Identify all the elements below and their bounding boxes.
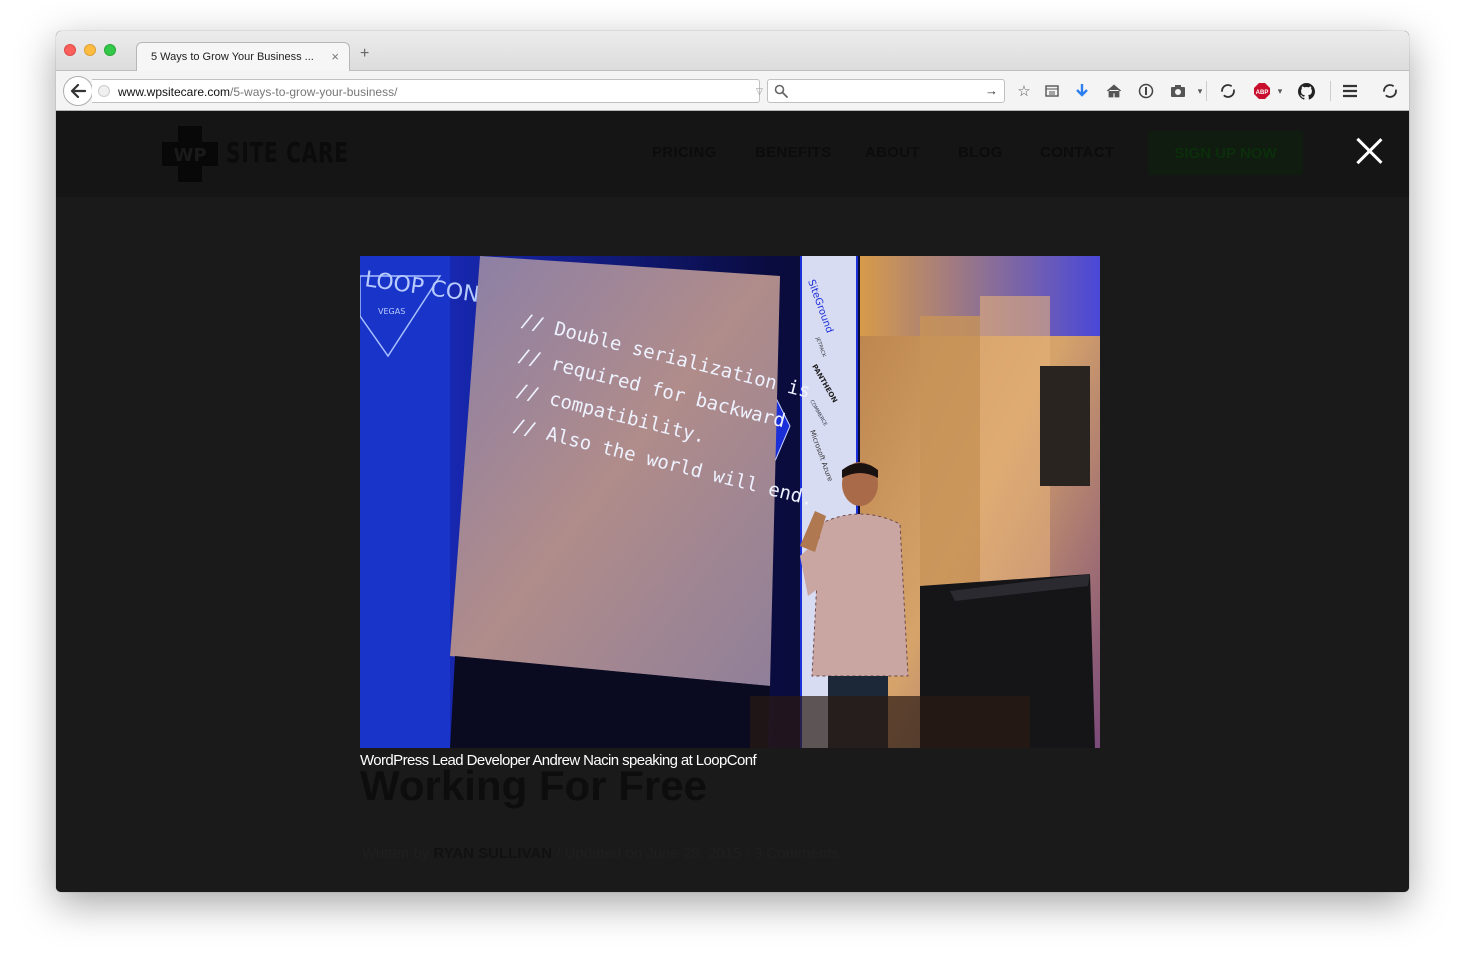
- sync-status-icon[interactable]: [1380, 81, 1400, 101]
- toolbar-divider: [1330, 81, 1331, 101]
- tab-active[interactable]: 5 Ways to Grow Your Business ... ×: [136, 42, 350, 72]
- adblock-icon[interactable]: ABP: [1252, 81, 1272, 101]
- site-logo[interactable]: WP SITE CARE: [162, 126, 348, 182]
- lightbox-close-icon[interactable]: [1354, 136, 1384, 166]
- article-title: Working For Free: [360, 762, 707, 809]
- nav-contact[interactable]: CONTACT: [1040, 144, 1114, 161]
- nav-pricing[interactable]: PRICING: [652, 144, 717, 161]
- screenshot-dropdown-icon[interactable]: ▾: [1190, 81, 1210, 101]
- minimize-window-button[interactable]: [84, 44, 96, 56]
- nav-benefits[interactable]: BENEFITS: [755, 144, 832, 161]
- site-identity-icon[interactable]: [98, 85, 110, 97]
- tab-close-icon[interactable]: ×: [331, 49, 339, 64]
- meta-separator: /: [745, 845, 750, 862]
- url-bar[interactable]: www.wpsitecare.com/5-ways-to-grow-your-b…: [92, 79, 786, 103]
- toolbar-divider: [1206, 81, 1207, 101]
- home-icon[interactable]: [1104, 81, 1124, 101]
- adblock-dropdown-icon[interactable]: ▾: [1270, 81, 1290, 101]
- page-content: WP SITE CARE PRICING BENEFITS ABOUT BLOG…: [56, 111, 1409, 892]
- lightbox-photo[interactable]: LOOP CONF VEGAS SiteGround JETPACK PANTH…: [360, 256, 1100, 748]
- conference-photo: LOOP CONF VEGAS SiteGround JETPACK PANTH…: [360, 256, 1100, 748]
- meta-updated: Updated on June 29, 2015: [564, 845, 742, 862]
- screenshot-icon[interactable]: [1168, 81, 1188, 101]
- article-meta: Written by RYAN SULLIVAN / Updated on Ju…: [362, 845, 839, 862]
- tab-strip: 5 Ways to Grow Your Business ... × +: [56, 31, 1409, 72]
- meta-comments-link[interactable]: 3 Comments: [754, 845, 839, 862]
- url-text[interactable]: www.wpsitecare.com/5-ways-to-grow-your-b…: [118, 85, 397, 99]
- meta-written-by: Written by: [362, 845, 430, 862]
- search-input[interactable]: →: [767, 79, 1005, 103]
- navigation-bar: www.wpsitecare.com/5-ways-to-grow-your-b…: [56, 71, 1409, 111]
- back-arrow-icon: [70, 84, 86, 98]
- download-icon[interactable]: [1072, 81, 1092, 101]
- url-host: www.wpsitecare.com: [118, 85, 231, 99]
- search-icon: [774, 84, 788, 98]
- url-path: /5-ways-to-grow-your-business/: [230, 85, 398, 99]
- browser-window: 5 Ways to Grow Your Business ... × + www…: [56, 31, 1409, 892]
- history-dropdown-icon[interactable]: ▽: [756, 86, 763, 97]
- nav-blog[interactable]: BLOG: [958, 144, 1003, 161]
- reading-list-icon[interactable]: [1042, 81, 1062, 101]
- banner-sub: VEGAS: [378, 307, 405, 316]
- back-button[interactable]: [63, 76, 93, 106]
- menu-icon[interactable]: [1340, 81, 1360, 101]
- meta-separator: /: [556, 845, 561, 862]
- search-go-icon[interactable]: →: [985, 83, 998, 98]
- site-header: WP SITE CARE PRICING BENEFITS ABOUT BLOG…: [56, 111, 1409, 197]
- info-icon[interactable]: [1136, 81, 1156, 101]
- photo-caption: WordPress Lead Developer Andrew Nacin sp…: [360, 752, 757, 769]
- sync-icon[interactable]: [1218, 81, 1238, 101]
- github-icon[interactable]: [1296, 81, 1316, 101]
- nav-about[interactable]: ABOUT: [865, 144, 920, 161]
- logo-mark-text: WP: [173, 145, 206, 166]
- meta-author-link[interactable]: RYAN SULLIVAN: [433, 845, 552, 862]
- signup-button[interactable]: SIGN UP NOW: [1148, 131, 1303, 175]
- new-tab-button[interactable]: +: [360, 45, 369, 63]
- logo-text: SITE CARE: [226, 136, 349, 169]
- wp-cross-logo-icon: WP: [162, 126, 218, 182]
- star-icon[interactable]: ☆: [1014, 81, 1034, 101]
- adblock-label: ABP: [1256, 90, 1269, 96]
- zoom-window-button[interactable]: [104, 44, 116, 56]
- tab-title: 5 Ways to Grow Your Business ...: [151, 51, 314, 63]
- close-window-button[interactable]: [64, 44, 76, 56]
